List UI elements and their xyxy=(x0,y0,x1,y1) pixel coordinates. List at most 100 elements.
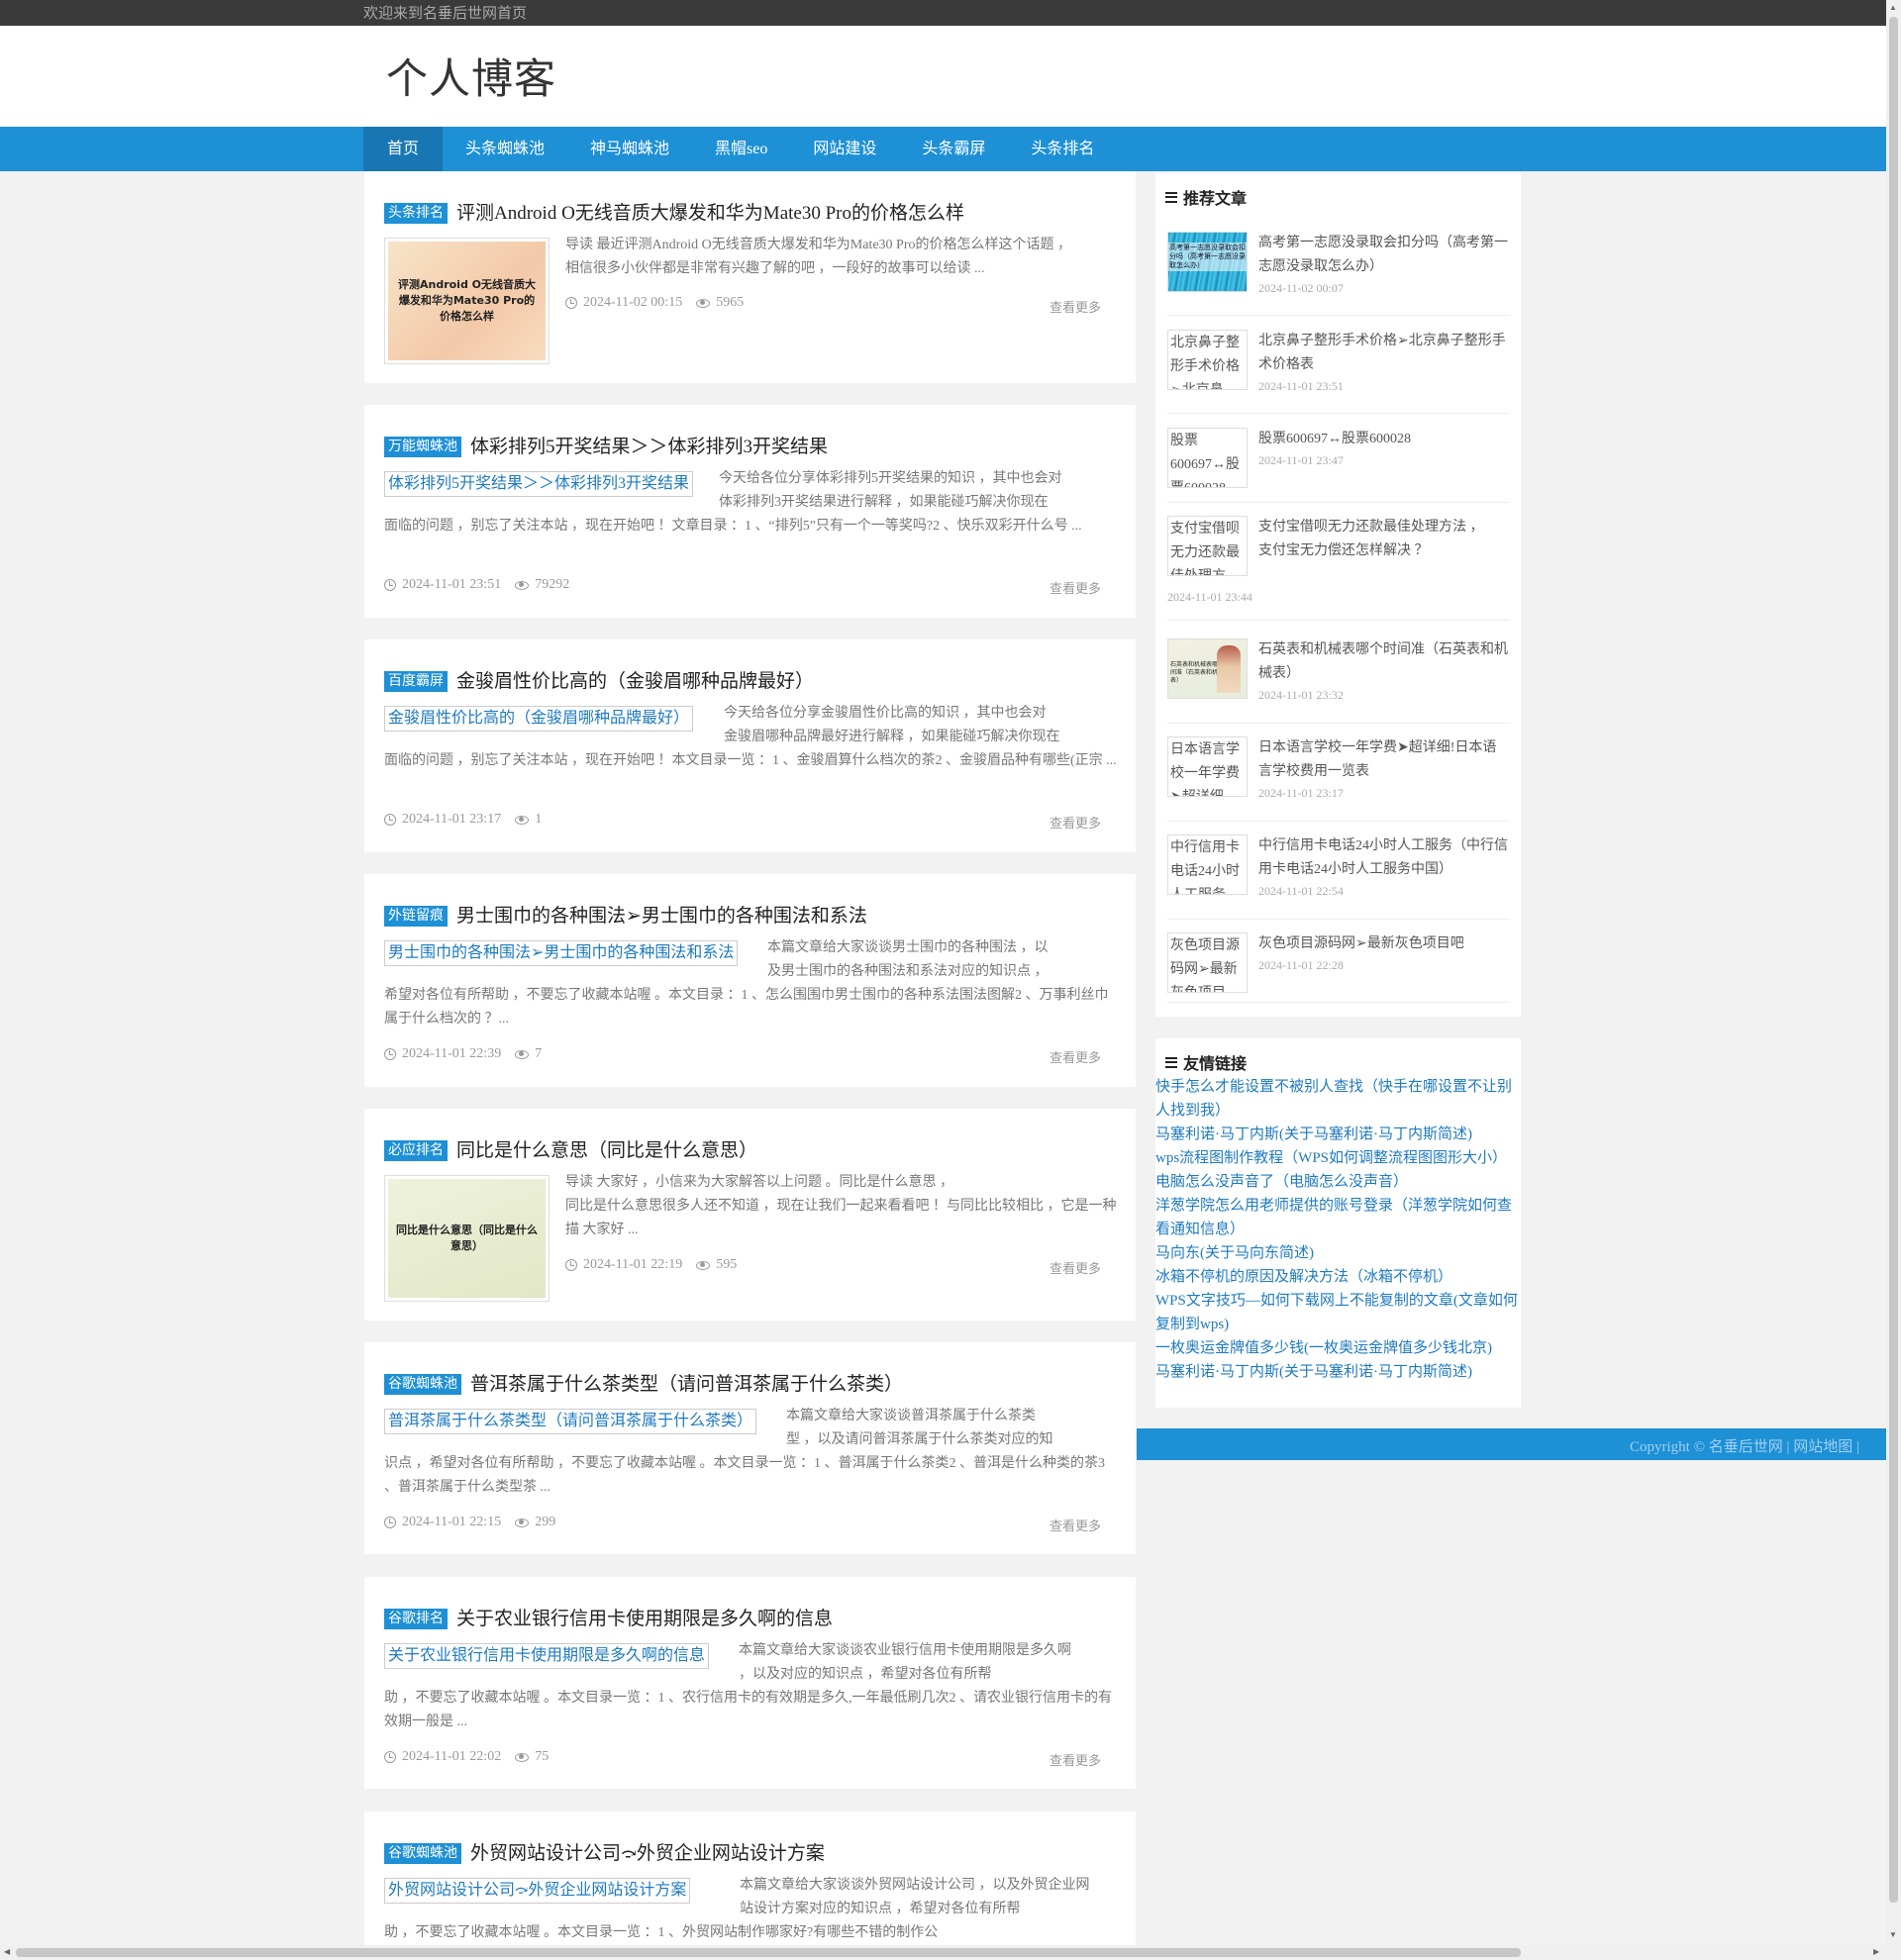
article-meta: 2024-11-01 22:15 299 xyxy=(384,1515,555,1530)
friend-link[interactable]: 冰箱不停机的原因及解决方法（冰箱不停机） xyxy=(1155,1265,1521,1289)
article-date: 2024-11-01 22:15 xyxy=(402,1515,502,1529)
read-more-link[interactable]: 查看更多 xyxy=(1050,1258,1101,1277)
read-more-link[interactable]: 查看更多 xyxy=(1050,297,1101,316)
nav-item-home[interactable]: 首页 xyxy=(363,127,444,171)
friend-link[interactable]: 洋葱学院怎么用老师提供的账号登录（洋葱学院如何查看通知信息） xyxy=(1155,1194,1521,1241)
recommend-title[interactable]: 中行信用卡电话24小时人工服务（中行信用卡电话24小时人工服务中国） xyxy=(1258,834,1510,882)
recommend-date: 2024-11-01 23:17 xyxy=(1258,786,1344,800)
eye-icon xyxy=(515,1752,530,1762)
read-more-link[interactable]: 查看更多 xyxy=(1050,1750,1101,1769)
article-title[interactable]: 男士围巾的各种围法➢男士围巾的各种围法和系法 xyxy=(456,901,867,928)
friend-link[interactable]: 电脑怎么没声音了（电脑怎么没声音） xyxy=(1155,1170,1521,1194)
article-excerpt: 今天给各位分享体彩排列5开奖结果的知识 ，其中也会对 体彩排列3开奖结果进行解释… xyxy=(384,471,1082,534)
scroll-up-icon[interactable]: ▲ xyxy=(1889,3,1897,12)
recommend-item[interactable]: 石英表和机械表哪个时间准（石英表和机械表） 石英表和机械表哪个时间准（石英表和机… xyxy=(1167,638,1510,724)
article-views: 75 xyxy=(535,1749,550,1764)
friend-link[interactable]: 快手怎么才能设置不被别人查找（快手在哪设置不让别人找到我） xyxy=(1155,1075,1521,1123)
recommend-title[interactable]: 灰色项目源码网➢最新灰色项目吧 xyxy=(1258,932,1510,956)
article-excerpt: 导读 大家好 ，小信来为大家解答以上问题 。同比是什么意思 ，同比是什么意思很多… xyxy=(565,1175,1117,1237)
welcome-text: 欢迎来到名垂后世网首页 xyxy=(363,6,528,22)
friend-link[interactable]: 马向东(关于马向东简述) xyxy=(1155,1241,1521,1265)
article-views: 1 xyxy=(535,812,543,827)
category-tag[interactable]: 必应排名 xyxy=(384,1139,448,1161)
recommend-thumbnail[interactable]: 灰色项目源码网➢最新灰色项目 xyxy=(1167,932,1248,993)
recommend-item[interactable]: 北京鼻子整形手术价格➢北京鼻 北京鼻子整形手术价格➢北京鼻子整形手术价格表 20… xyxy=(1167,330,1510,414)
nav-item-toutiao-rank[interactable]: 头条排名 xyxy=(1008,127,1117,171)
nav-item-blackhat-seo[interactable]: 黑帽seo xyxy=(692,127,790,171)
friend-link[interactable]: 一枚奥运金牌值多少钱(一枚奥运金牌值多少钱北京) xyxy=(1155,1336,1521,1360)
recommend-thumbnail[interactable]: 中行信用卡电话24小时人工服务 xyxy=(1167,834,1248,895)
nav-item-toutiao-spider[interactable]: 头条蜘蛛池 xyxy=(443,127,567,171)
article-date: 2024-11-01 23:17 xyxy=(402,812,502,827)
scroll-right-icon[interactable]: ▶ xyxy=(1873,1947,1879,1956)
article-date: 2024-11-01 22:19 xyxy=(583,1257,683,1272)
horizontal-scrollbar[interactable]: ◀ ▶ xyxy=(0,1945,1886,1960)
top-bar: 欢迎来到名垂后世网首页 xyxy=(0,0,1886,26)
scroll-left-icon[interactable]: ◀ xyxy=(4,1947,10,1956)
friend-link[interactable]: WPS文字技巧—如何下载网上不能复制的文章(文章如何复制到wps) xyxy=(1155,1289,1521,1336)
article-title[interactable]: 体彩排列5开奖结果＞＞体彩排列3开奖结果 xyxy=(470,432,828,458)
recommend-date: 2024-11-01 22:54 xyxy=(1258,884,1344,898)
category-tag[interactable]: 外链留痕 xyxy=(384,905,448,927)
category-tag[interactable]: 谷歌蜘蛛池 xyxy=(384,1842,461,1864)
copyright-text[interactable]: Copyright © 名垂后世网 | 网站地图 | xyxy=(1630,1435,1859,1456)
article-thumbnail[interactable]: 同比是什么意思（同比是什么意思） xyxy=(384,1175,550,1302)
article-title[interactable]: 外贸网站设计公司⤼外贸企业网站设计方案 xyxy=(470,1838,825,1865)
article-date: 2024-11-02 00:15 xyxy=(583,295,683,310)
scrollbar-thumb[interactable] xyxy=(16,1948,1521,1957)
article-date: 2024-11-01 22:39 xyxy=(402,1046,502,1061)
recommend-item[interactable]: 灰色项目源码网➢最新灰色项目 灰色项目源码网➢最新灰色项目吧 2024-11-0… xyxy=(1167,932,1510,1003)
nav-item-web-build[interactable]: 网站建设 xyxy=(790,127,899,171)
read-more-link[interactable]: 查看更多 xyxy=(1050,813,1101,832)
recommend-item[interactable]: 股票600697↔股票600028 股票600697↔股票600028 2024… xyxy=(1167,428,1510,503)
recommend-item[interactable]: 支付宝借呗无力还款最佳处理方 支付宝借呗无力还款最佳处理方法 ，支付宝无力偿还怎… xyxy=(1167,516,1510,621)
article-meta: 2024-11-01 22:39 7 xyxy=(384,1046,542,1062)
friend-link[interactable]: wps流程图制作教程（WPS如何调整流程图图形大小） xyxy=(1155,1146,1521,1170)
article-title[interactable]: 金骏眉性价比高的（金骏眉哪种品牌最好） xyxy=(456,666,814,693)
article-meta: 2024-11-02 00:15 5965 xyxy=(565,295,744,311)
recommend-title[interactable]: 股票600697↔股票600028 xyxy=(1258,428,1510,451)
article-card: 谷歌排名 关于农业银行信用卡使用期限是多久啊的信息 关于农业银行信用卡使用期限是… xyxy=(364,1577,1136,1789)
category-tag[interactable]: 万能蜘蛛池 xyxy=(384,436,461,457)
recommend-title[interactable]: 日本语言学校一年学费➤超详细!日本语言学校费用一览表 xyxy=(1258,736,1510,784)
article-excerpt: 本篇文章给大家谈谈普洱茶属于什么茶类 型 ，以及请问普洱茶属于什么茶类对应的知 … xyxy=(384,1409,1105,1495)
recommend-title[interactable]: 高考第一志愿没录取会扣分吗（高考第一志愿没录取怎么办） xyxy=(1258,232,1510,279)
recommend-item[interactable]: 高考第一志愿没录取会扣分吗（高考第一志愿没录取怎么办） 高考第一志愿没录取会扣分… xyxy=(1167,232,1510,316)
category-tag[interactable]: 谷歌排名 xyxy=(384,1608,448,1629)
article-title[interactable]: 关于农业银行信用卡使用期限是多久啊的信息 xyxy=(456,1604,833,1630)
recommend-thumbnail[interactable]: 石英表和机械表哪个时间准（石英表和机械表） xyxy=(1167,638,1248,699)
friend-links-panel: 友情链接 快手怎么才能设置不被别人查找（快手在哪设置不让别人找到我） 马塞利诺·… xyxy=(1155,1038,1521,1408)
read-more-link[interactable]: 查看更多 xyxy=(1050,1047,1101,1066)
recommend-title[interactable]: 北京鼻子整形手术价格➢北京鼻子整形手术价格表 xyxy=(1258,330,1510,377)
site-title[interactable]: 个人博客 xyxy=(386,46,556,106)
recommend-date: 2024-11-01 23:51 xyxy=(1258,379,1344,393)
recommend-title[interactable]: 石英表和机械表哪个时间准（石英表和机械表） xyxy=(1258,638,1510,686)
recommend-item[interactable]: 中行信用卡电话24小时人工服务 中行信用卡电话24小时人工服务（中行信用卡电话2… xyxy=(1167,834,1510,920)
article-thumbnail[interactable]: 评测Android O无线音质大爆发和华为Mate30 Pro的价格怎么样 xyxy=(384,238,550,364)
vertical-scrollbar[interactable]: ▲ ▼ xyxy=(1886,0,1901,1960)
article-title[interactable]: 普洱茶属于什么茶类型（请问普洱茶属于什么茶类） xyxy=(470,1369,903,1396)
recommend-thumbnail[interactable]: 股票600697↔股票600028 xyxy=(1167,428,1248,488)
nav-item-shenma-spider[interactable]: 神马蜘蛛池 xyxy=(567,127,692,171)
category-tag[interactable]: 百度霸屏 xyxy=(384,670,448,692)
recommend-thumbnail[interactable]: 北京鼻子整形手术价格➢北京鼻 xyxy=(1167,330,1248,390)
article-title[interactable]: 评测Android O无线音质大爆发和华为Mate30 Pro的价格怎么样 xyxy=(456,198,964,225)
category-tag[interactable]: 谷歌蜘蛛池 xyxy=(384,1373,461,1395)
clock-icon xyxy=(384,1517,396,1528)
recommend-item[interactable]: 日本语言学校一年学费➤超详细 日本语言学校一年学费➤超详细!日本语言学校费用一览… xyxy=(1167,736,1510,822)
recommend-thumbnail[interactable]: 日本语言学校一年学费➤超详细 xyxy=(1167,736,1248,797)
category-tag[interactable]: 头条排名 xyxy=(384,202,448,224)
nav-item-toutiao-screen[interactable]: 头条霸屏 xyxy=(899,127,1008,171)
article-title[interactable]: 同比是什么意思（同比是什么意思） xyxy=(456,1135,757,1162)
recommend-thumbnail[interactable]: 支付宝借呗无力还款最佳处理方 xyxy=(1167,516,1248,576)
article-views: 299 xyxy=(535,1515,556,1529)
friend-link[interactable]: 马塞利诺·马丁内斯(关于马塞利诺·马丁内斯简述) xyxy=(1155,1360,1521,1384)
scroll-down-icon[interactable]: ▼ xyxy=(1889,1930,1897,1939)
friend-link[interactable]: 马塞利诺·马丁内斯(关于马塞利诺·马丁内斯简述) xyxy=(1155,1123,1521,1146)
recommend-thumbnail[interactable]: 高考第一志愿没录取会扣分吗（高考第一志愿没录取怎么办） xyxy=(1167,232,1248,292)
read-more-link[interactable]: 查看更多 xyxy=(1050,1516,1101,1534)
read-more-link[interactable]: 查看更多 xyxy=(1050,578,1101,597)
article-excerpt: 本篇文章给大家谈谈男士围巾的各种围法 ，以 及男士围巾的各种围法和系法对应的知识… xyxy=(384,940,1109,1027)
scrollbar-thumb[interactable] xyxy=(1889,17,1898,1903)
recommend-title[interactable]: 支付宝借呗无力还款最佳处理方法 ，支付宝无力偿还怎样解决 ？ xyxy=(1258,516,1486,563)
